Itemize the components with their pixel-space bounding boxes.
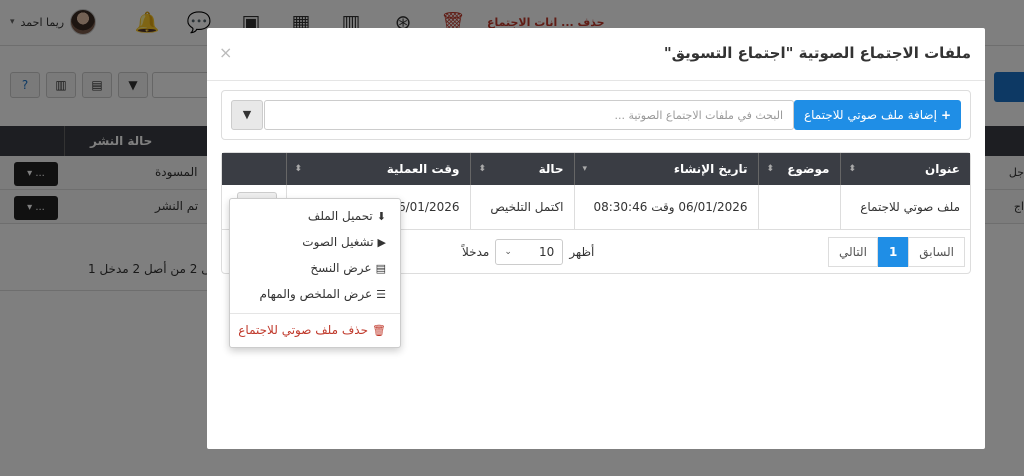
modal-title: ملفات الاجتماع الصوتية "اجتماع التسويق"	[663, 44, 971, 62]
page-size-select[interactable]: 10 ⌄	[495, 239, 564, 265]
column-header-actions	[222, 153, 286, 185]
sort-icon: ⬍	[478, 164, 487, 174]
next-page-button[interactable]: التالي	[828, 237, 878, 267]
subject-cell	[757, 185, 840, 230]
sort-icon: ⬍	[766, 164, 775, 174]
menu-item-delete[interactable]: 🗑حذف ملف صوتي للاجتماع	[238, 323, 386, 337]
page-1-button[interactable]: 1	[877, 237, 909, 267]
row-actions-menu: ⬇تحميل الملف ▶تشغيل الصوت ▤عرض النسخ ☰عر…	[229, 198, 401, 348]
add-audio-file-label: إضافة ملف صوتي للاجتماع	[803, 108, 937, 122]
menu-item-download[interactable]: ⬇تحميل الملف	[308, 209, 386, 223]
menu-item-play-audio[interactable]: ▶تشغيل الصوت	[302, 235, 386, 249]
page-size-value: 10	[539, 245, 555, 259]
download-icon: ⬇	[376, 210, 386, 223]
list-icon: ☰	[376, 288, 386, 301]
title-cell: ملف صوتي للاجتماع	[839, 185, 970, 230]
sort-icon: ⬍	[848, 164, 857, 174]
trash-icon: 🗑	[372, 324, 386, 337]
pagination: السابق 1 التالي	[828, 237, 965, 267]
column-header-status[interactable]: حالة ⬍	[469, 153, 574, 185]
page-length-control: أظهر 10 ⌄ مدخلاً	[462, 239, 594, 265]
column-header-title[interactable]: عنوان ⬍	[839, 153, 970, 185]
close-icon[interactable]: ×	[219, 43, 232, 62]
plus-icon: +	[940, 108, 951, 122]
sort-icon: ⬍	[294, 164, 303, 174]
entries-label: مدخلاً	[462, 245, 490, 259]
menu-item-view-summary[interactable]: ☰عرض الملخص والمهام	[260, 287, 386, 301]
search-panel: +إضافة ملف صوتي للاجتماع ▼	[221, 90, 971, 140]
document-icon: ▤	[375, 262, 386, 275]
filter-icon[interactable]: ▼	[231, 100, 263, 130]
add-audio-file-button[interactable]: +إضافة ملف صوتي للاجتماع	[793, 100, 961, 130]
column-header-created[interactable]: تاريخ الإنشاء ▾	[573, 153, 758, 185]
prev-page-button[interactable]: السابق	[908, 237, 965, 267]
search-input[interactable]	[264, 100, 794, 130]
column-header-op-time[interactable]: وقت العملية ⬍	[285, 153, 470, 185]
column-header-subject[interactable]: موضوع ⬍	[757, 153, 840, 185]
chevron-down-icon: ⌄	[504, 247, 512, 257]
show-label: أظهر	[569, 245, 595, 259]
sort-desc-icon: ▾	[582, 164, 588, 174]
status-cell: اكتمل التلخيص	[469, 185, 574, 230]
audio-files-modal: ملفات الاجتماع الصوتية "اجتماع التسويق" …	[207, 28, 985, 449]
menu-item-view-transcript[interactable]: ▤عرض النسخ	[310, 261, 386, 275]
created-cell: 06/01/2026 وقت 08:30:46	[573, 185, 758, 230]
play-icon: ▶	[377, 236, 386, 249]
